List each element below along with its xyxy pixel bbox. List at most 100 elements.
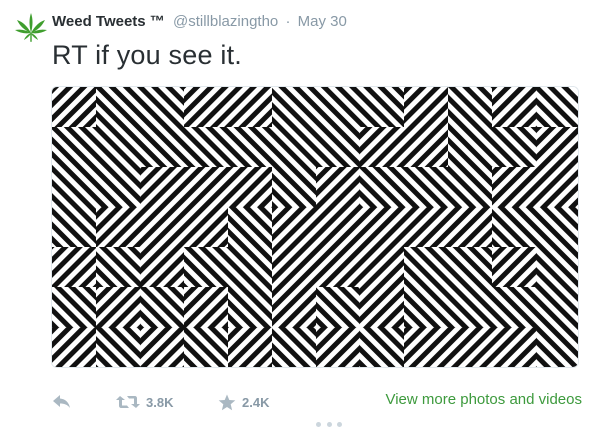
cannabis-leaf-icon[interactable] xyxy=(14,11,48,45)
pattern-tile xyxy=(184,287,228,327)
ellipsis-icon[interactable] xyxy=(316,419,342,429)
pattern-tile xyxy=(184,87,228,127)
pattern-tile xyxy=(492,127,536,167)
pattern-tile xyxy=(272,87,316,127)
pattern-tile xyxy=(184,207,228,247)
tweet-media-image[interactable] xyxy=(51,86,579,368)
pattern-tile xyxy=(140,127,184,167)
pattern-tile xyxy=(184,127,228,167)
pattern-tile xyxy=(360,87,404,127)
author-name[interactable]: Weed Tweets ™ xyxy=(52,13,165,30)
ellipsis-dot xyxy=(316,421,321,427)
pattern-tile xyxy=(448,127,492,167)
pattern-tile xyxy=(316,247,360,287)
tweet-actions: 3.8K 2.4K View more photos and videos xyxy=(52,390,582,414)
star-icon xyxy=(218,394,236,411)
pattern-tile xyxy=(360,127,404,167)
pattern-tile xyxy=(448,287,492,327)
pattern-tile xyxy=(228,327,272,367)
pattern-tile xyxy=(52,327,96,367)
pattern-tile xyxy=(404,87,448,127)
pattern-tile xyxy=(536,127,578,167)
pattern-tile xyxy=(140,207,184,247)
pattern-tile xyxy=(272,127,316,167)
pattern-tile xyxy=(96,87,140,127)
pattern-tile xyxy=(272,327,316,367)
pattern-tile xyxy=(140,87,184,127)
reply-icon xyxy=(52,394,72,410)
pattern-tile xyxy=(536,87,578,127)
tweet-header: Weed Tweets ™ @stillblazingtho · May 30 xyxy=(52,13,347,30)
favorite-button[interactable]: 2.4K xyxy=(218,390,269,414)
pattern-tile xyxy=(404,167,448,207)
pattern-tile xyxy=(96,247,140,287)
pattern-tile xyxy=(492,287,536,327)
pattern-tile xyxy=(536,247,578,287)
pattern-tile xyxy=(272,207,316,247)
pattern-tile xyxy=(96,327,140,367)
pattern-tile xyxy=(184,327,228,367)
retweet-count: 3.8K xyxy=(146,394,174,410)
pattern-tile xyxy=(184,167,228,207)
pattern-tile xyxy=(360,167,404,207)
optical-illusion-pattern xyxy=(52,87,578,367)
pattern-tile xyxy=(272,287,316,327)
reply-button[interactable] xyxy=(52,390,72,414)
pattern-tile xyxy=(404,127,448,167)
pattern-tile xyxy=(140,247,184,287)
pattern-tile xyxy=(52,287,96,327)
pattern-tile xyxy=(96,127,140,167)
pattern-tile xyxy=(140,327,184,367)
tweet-date[interactable]: May 30 xyxy=(298,13,347,30)
pattern-tile xyxy=(316,207,360,247)
pattern-tile xyxy=(536,207,578,247)
pattern-tile xyxy=(316,87,360,127)
pattern-tile xyxy=(228,87,272,127)
pattern-tile xyxy=(316,127,360,167)
pattern-tile xyxy=(316,167,360,207)
pattern-tile xyxy=(52,167,96,207)
pattern-tile xyxy=(228,247,272,287)
pattern-tile xyxy=(52,247,96,287)
pattern-tile xyxy=(360,327,404,367)
pattern-tile xyxy=(448,207,492,247)
pattern-tile xyxy=(228,287,272,327)
pattern-tile xyxy=(96,207,140,247)
pattern-tile xyxy=(404,247,448,287)
pattern-tile xyxy=(96,167,140,207)
pattern-tile xyxy=(316,287,360,327)
pattern-tile xyxy=(448,327,492,367)
pattern-tile xyxy=(52,207,96,247)
pattern-tile xyxy=(272,247,316,287)
pattern-tile xyxy=(492,327,536,367)
pattern-tile xyxy=(228,167,272,207)
author-handle[interactable]: @stillblazingtho xyxy=(173,13,278,30)
pattern-tile xyxy=(448,87,492,127)
tweet-text: RT if you see it. xyxy=(52,40,242,70)
pattern-tile xyxy=(360,287,404,327)
ellipsis-dot xyxy=(326,421,332,427)
pattern-tile xyxy=(360,247,404,287)
retweet-button[interactable]: 3.8K xyxy=(116,390,173,414)
pattern-tile xyxy=(492,207,536,247)
separator: · xyxy=(285,13,291,30)
view-more-media-link[interactable]: View more photos and videos xyxy=(385,391,582,408)
pattern-tile xyxy=(272,167,316,207)
pattern-tile xyxy=(228,127,272,167)
pattern-tile xyxy=(140,287,184,327)
pattern-tile xyxy=(492,87,536,127)
pattern-tile xyxy=(360,207,404,247)
pattern-tile xyxy=(228,207,272,247)
pattern-tile xyxy=(404,327,448,367)
pattern-tile xyxy=(448,247,492,287)
favorite-count: 2.4K xyxy=(242,394,270,410)
pattern-tile xyxy=(316,327,360,367)
pattern-tile xyxy=(184,247,228,287)
pattern-tile xyxy=(52,87,96,127)
pattern-tile xyxy=(492,247,536,287)
retweet-icon xyxy=(116,394,140,410)
pattern-tile xyxy=(96,287,140,327)
pattern-tile xyxy=(448,167,492,207)
pattern-tile xyxy=(536,327,578,367)
ellipsis-dot xyxy=(337,421,342,427)
